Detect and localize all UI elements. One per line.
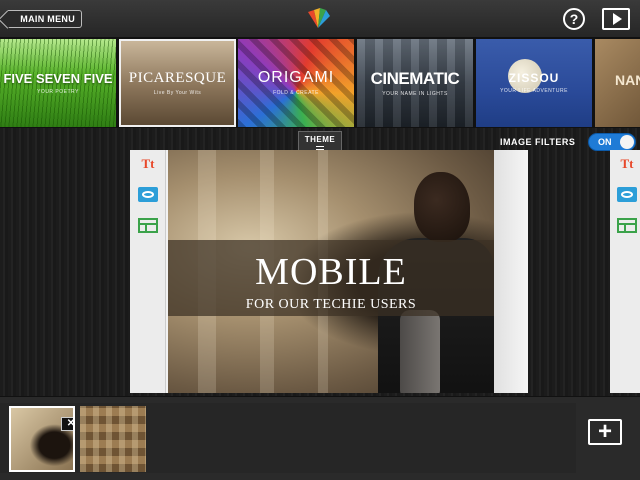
play-icon bbox=[612, 13, 622, 25]
plus-icon: + bbox=[597, 418, 612, 445]
text-tool-button[interactable]: Tt bbox=[616, 155, 638, 173]
thumbnail-list[interactable]: ✕ bbox=[0, 403, 576, 473]
theme-name: PICARESQUE bbox=[128, 69, 227, 86]
image-filters-toggle[interactable]: ON bbox=[588, 133, 636, 151]
theme-subtitle: FOLD & CREATE bbox=[273, 90, 319, 96]
toggle-knob bbox=[620, 135, 634, 149]
theme-name: ORIGAMI bbox=[257, 69, 335, 86]
theme-name: NAN bbox=[615, 72, 640, 88]
theme-name: CINEMATIC bbox=[370, 68, 460, 88]
text-tool-button[interactable]: Tt bbox=[137, 155, 159, 173]
photo-tool-button[interactable] bbox=[137, 185, 159, 203]
theme-subtitle: Live By Your Wits bbox=[153, 89, 202, 96]
theme-name: ZISSOU bbox=[508, 71, 560, 85]
theme-name: FIVE SEVEN FIVE bbox=[3, 70, 113, 86]
handle-icon bbox=[316, 145, 324, 150]
person-head bbox=[414, 172, 470, 242]
theme-tab-label: THEME bbox=[304, 134, 336, 144]
theme-cinematic[interactable]: CINEMATIC YOUR NAME IN LIGHTS bbox=[357, 39, 473, 127]
help-label: ? bbox=[569, 11, 579, 27]
slide-subtitle[interactable]: FOR OUR TECHIE USERS bbox=[168, 297, 494, 313]
slide-thumbnail-bar: ✕ + bbox=[0, 396, 640, 480]
play-preview-button[interactable] bbox=[602, 8, 630, 30]
photo-icon bbox=[138, 186, 158, 202]
theme-carousel[interactable]: FIVE SEVEN FIVE YOUR POETRY PICARESQUE L… bbox=[0, 38, 640, 128]
photo-tool-button[interactable] bbox=[616, 185, 638, 203]
layout-icon bbox=[617, 217, 637, 233]
theme-subtitle: YOUR LIFE ADVENTURE bbox=[500, 88, 568, 94]
slide-title[interactable]: MOBILE bbox=[168, 250, 494, 294]
photo-icon bbox=[617, 186, 637, 202]
main-menu-label: MAIN MENU bbox=[20, 14, 75, 24]
slide-thumbnail-2[interactable] bbox=[80, 406, 146, 472]
layout-tool-button[interactable] bbox=[616, 216, 638, 234]
theme-zissou[interactable]: ZISSOU YOUR LIFE ADVENTURE bbox=[476, 39, 592, 127]
slide-tools: Tt bbox=[130, 150, 166, 393]
slide-photo[interactable]: MOBILE FOR OUR TECHIE USERS bbox=[168, 150, 494, 393]
add-slide-button[interactable]: + bbox=[588, 419, 622, 445]
slide-card-edge bbox=[494, 150, 528, 393]
theme-subtitle: YOUR POETRY bbox=[37, 88, 79, 95]
delete-slide-button[interactable]: ✕ bbox=[61, 417, 75, 431]
close-icon: ✕ bbox=[66, 418, 75, 429]
slide-thumbnail-1[interactable]: ✕ bbox=[9, 406, 75, 472]
theme-partial[interactable]: NAN bbox=[595, 39, 640, 127]
app-logo-icon bbox=[308, 8, 330, 28]
person-scarf bbox=[400, 310, 440, 393]
theme-picaresque[interactable]: PICARESQUE Live By Your Wits bbox=[119, 39, 236, 127]
slide-card: Tt MOBILE FOR OUR TECHIE USERS bbox=[130, 150, 528, 393]
toggle-state-label: ON bbox=[598, 137, 612, 147]
main-menu-button[interactable]: MAIN MENU bbox=[8, 10, 82, 28]
help-button[interactable]: ? bbox=[563, 8, 585, 30]
text-tool-icon: Tt bbox=[620, 156, 634, 171]
layout-icon bbox=[138, 217, 158, 233]
next-slide-card[interactable]: Tt bbox=[610, 150, 640, 393]
theme-subtitle: YOUR NAME IN LIGHTS bbox=[382, 90, 448, 97]
image-filters-label: IMAGE FILTERS bbox=[500, 137, 576, 147]
text-tool-icon: Tt bbox=[141, 156, 155, 171]
top-bar: MAIN MENU ? bbox=[0, 0, 640, 38]
theme-origami[interactable]: ORIGAMI FOLD & CREATE bbox=[238, 39, 354, 127]
theme-five-seven-five[interactable]: FIVE SEVEN FIVE YOUR POETRY bbox=[0, 39, 116, 127]
layout-tool-button[interactable] bbox=[137, 216, 159, 234]
